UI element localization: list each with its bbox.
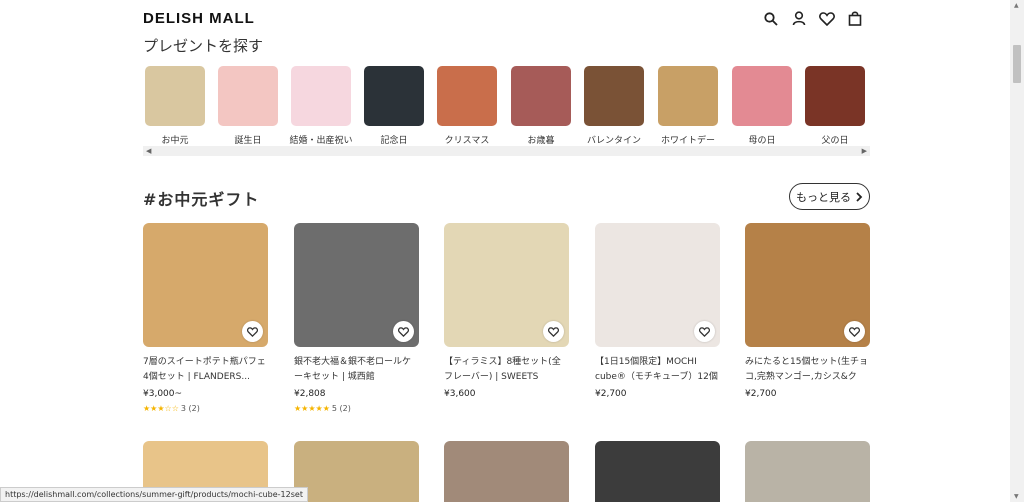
site-header: DELISH MALL [0, 0, 1010, 38]
category-label: 結婚・出産祝い [289, 136, 353, 146]
category-thumbnail [658, 66, 718, 126]
product-section-title: #お中元ギフト [143, 190, 260, 209]
category-section-title: プレゼントを探す [143, 37, 264, 55]
see-more-label: もっと見る [796, 190, 851, 204]
header-icons [762, 10, 863, 27]
category-label: 母の日 [748, 136, 776, 146]
rating-count: 5 (2) [331, 404, 351, 413]
heart-icon[interactable] [818, 10, 835, 27]
product-name[interactable]: 7層のスイートポテト瓶パフェ4個セット | FLANDERS... [143, 355, 268, 385]
product-image-row2[interactable] [595, 441, 720, 502]
favorite-heart-icon[interactable] [393, 321, 414, 342]
category-thumbnail [291, 66, 351, 126]
scroll-up-icon[interactable]: ▲ [1014, 2, 1019, 9]
rating-stars: ★★★☆☆ [143, 404, 179, 413]
product-image[interactable] [595, 223, 720, 347]
product-image[interactable] [143, 223, 268, 347]
product-price: ¥2,700 [745, 389, 777, 399]
product-card[interactable]: 銀不老大福＆銀不老ロールケーキセット | 城西館 ¥2,808 ★★★★★ 5 (… [294, 223, 419, 413]
scrollbar-thumb[interactable] [1013, 45, 1021, 83]
product-image[interactable] [745, 223, 870, 347]
scroll-left-icon[interactable]: ◀ [146, 146, 151, 156]
chevron-right-icon [856, 191, 863, 202]
category-thumbnail [364, 66, 424, 126]
category-item[interactable]: 結婚・出産祝い [289, 66, 353, 146]
category-thumbnail [584, 66, 644, 126]
category-label: ホワイトデー [660, 136, 715, 146]
favorite-heart-icon[interactable] [543, 321, 564, 342]
scroll-down-icon[interactable]: ▼ [1014, 493, 1019, 500]
category-scrollbar[interactable]: ◀ ▶ [143, 146, 870, 156]
rating-count: 3 (2) [180, 404, 200, 413]
product-price: ¥2,700 [595, 389, 627, 399]
category-label: お歳暮 [527, 136, 555, 146]
product-card[interactable]: 【ティラミス】8種セット(全フレーバー) | SWEETS AREA5... ¥… [444, 223, 569, 399]
product-rating: ★★★☆☆ 3 (2) [143, 404, 268, 413]
product-name[interactable]: 【1日15個限定】MOCHI cube®（モチキューブ）12個入り（... [595, 355, 720, 385]
product-price: ¥3,600 [444, 389, 476, 399]
product-image-row2[interactable] [294, 441, 419, 502]
favorite-heart-icon[interactable] [694, 321, 715, 342]
product-name[interactable]: 銀不老大福＆銀不老ロールケーキセット | 城西館 [294, 355, 419, 385]
bag-icon[interactable] [846, 10, 863, 27]
see-more-button[interactable]: もっと見る [789, 183, 870, 210]
search-icon[interactable] [762, 10, 779, 27]
category-item[interactable]: ホワイトデー [656, 66, 720, 146]
category-label: クリスマス [444, 136, 490, 146]
product-card[interactable]: 7層のスイートポテト瓶パフェ4個セット | FLANDERS... ¥3,000… [143, 223, 268, 413]
product-price: ¥2,808 [294, 389, 326, 399]
category-label: バレンタイン [586, 136, 641, 146]
product-name[interactable]: 【ティラミス】8種セット(全フレーバー) | SWEETS AREA5... [444, 355, 569, 385]
category-thumbnail [145, 66, 205, 126]
product-name[interactable]: みにたると15個セット(生チョコ,完熟マンゴー,カシス&クラ... [745, 355, 870, 385]
product-image-row2[interactable] [444, 441, 569, 502]
category-carousel: お中元 誕生日 結婚・出産祝い 記念日 クリスマス お歳暮 バレンタイン ホワイ… [143, 66, 870, 146]
page-scrollbar[interactable]: ▲ ▼ [1010, 0, 1024, 502]
site-logo[interactable]: DELISH MALL [143, 10, 255, 27]
product-image-row2[interactable] [745, 441, 870, 502]
category-item[interactable]: バレンタイン [582, 66, 646, 146]
category-thumbnail [511, 66, 571, 126]
product-price: ¥3,000~ [143, 389, 183, 399]
product-rating: ★★★★★ 5 (2) [294, 404, 419, 413]
product-image[interactable] [444, 223, 569, 347]
category-label: 記念日 [380, 136, 408, 146]
status-bar-url: https://delishmall.com/collections/summe… [0, 487, 308, 502]
category-item[interactable]: 誕生日 [216, 66, 280, 146]
favorite-heart-icon[interactable] [844, 321, 865, 342]
category-item[interactable]: 父の日 [803, 66, 867, 146]
category-item[interactable]: お中元 [143, 66, 207, 146]
category-label: 誕生日 [234, 136, 262, 146]
category-item[interactable]: 母の日 [730, 66, 794, 146]
category-thumbnail [805, 66, 865, 126]
product-image[interactable] [294, 223, 419, 347]
product-card[interactable]: 【1日15個限定】MOCHI cube®（モチキューブ）12個入り（... ¥2… [595, 223, 720, 399]
category-thumbnail [218, 66, 278, 126]
product-card[interactable]: みにたると15個セット(生チョコ,完熟マンゴー,カシス&クラ... ¥2,700 [745, 223, 870, 399]
category-thumbnail [437, 66, 497, 126]
category-thumbnail [732, 66, 792, 126]
scroll-right-icon[interactable]: ▶ [862, 146, 867, 156]
category-label: お中元 [161, 136, 189, 146]
category-item[interactable]: クリスマス [435, 66, 499, 146]
category-item[interactable]: 記念日 [362, 66, 426, 146]
favorite-heart-icon[interactable] [242, 321, 263, 342]
rating-stars: ★★★★★ [294, 404, 330, 413]
category-label: 父の日 [821, 136, 849, 146]
account-icon[interactable] [790, 10, 807, 27]
category-item[interactable]: お歳暮 [509, 66, 573, 146]
